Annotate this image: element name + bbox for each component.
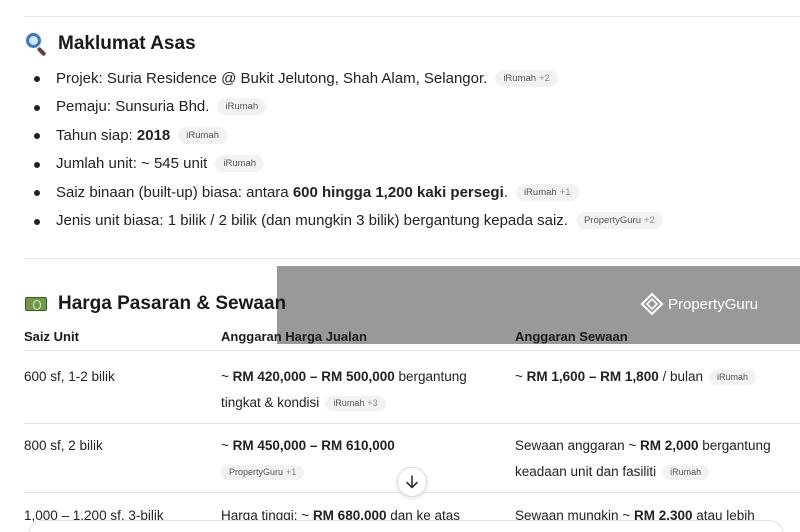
list-item-text: Saiz binaan (built-up) biasa: antara bbox=[56, 183, 293, 201]
source-chip-count: +3 bbox=[367, 397, 378, 408]
list-item-bold: 2018 bbox=[136, 126, 171, 144]
table-header-divider bbox=[24, 350, 800, 351]
source-chip[interactable]: PropertyGuru +1 bbox=[221, 464, 305, 480]
source-chip[interactable]: iRumah bbox=[178, 126, 228, 144]
list-item: Pemaju: Sunsuria Bhd. iRumah bbox=[30, 93, 663, 122]
cell-bold: RM 1,600 – RM 1,800 bbox=[526, 369, 659, 384]
source-chip-label: iRumah bbox=[333, 397, 365, 408]
source-chip[interactable]: iRumah +3 bbox=[325, 395, 386, 411]
cell-text: bergantung bbox=[698, 438, 771, 453]
divider-top bbox=[24, 16, 800, 17]
watermark-text: PropertyGuru bbox=[668, 295, 759, 313]
money-bill-icon bbox=[24, 292, 50, 316]
list-item-tail: . bbox=[503, 183, 508, 201]
info-list: Projek: Suria Residence @ Bukit Jelutong… bbox=[30, 64, 663, 235]
bullet-icon bbox=[34, 218, 40, 225]
source-chip-label: iRumah bbox=[523, 186, 557, 198]
list-item-text: Jenis unit biasa: 1 bilik / 2 bilik (dan… bbox=[56, 212, 568, 230]
table-cell-price: ~ RM 450,000 – RM 610,000 PropertyGuru +1 bbox=[221, 433, 395, 485]
source-chip-label: iRumah bbox=[225, 101, 259, 113]
arrow-down-icon bbox=[406, 475, 418, 489]
table-cell-rent: Sewaan anggaran ~ RM 2,000 bergantung ke… bbox=[515, 433, 771, 485]
propertyguru-logo-icon bbox=[640, 292, 664, 316]
bullet-icon bbox=[34, 133, 40, 139]
cell-text: ~ bbox=[221, 438, 233, 453]
source-chip-count: +1 bbox=[286, 466, 297, 477]
source-chip-label: PropertyGuru bbox=[583, 215, 641, 227]
source-chip[interactable]: iRumah bbox=[709, 369, 757, 385]
bullet-icon bbox=[34, 104, 40, 111]
list-item-bold: 600 hingga 1,200 kaki persegi bbox=[292, 183, 504, 201]
cell-text: Sewaan anggaran ~ bbox=[515, 438, 640, 453]
list-item-text: Pemaju: Sunsuria Bhd. bbox=[56, 98, 210, 116]
section-title-text: Maklumat Asas bbox=[58, 33, 196, 54]
table-header-price: Anggaran Harga Jualan bbox=[221, 329, 367, 344]
list-item: Jenis unit biasa: 1 bilik / 2 bilik (dan… bbox=[30, 207, 663, 236]
cell-bold: RM 2,000 bbox=[639, 438, 699, 453]
list-item-text: Projek: Suria Residence @ Bukit Jelutong… bbox=[56, 69, 488, 87]
section-title-text: Harga Pasaran & Sewaan bbox=[58, 293, 287, 314]
bullet-icon bbox=[34, 190, 40, 196]
list-item-text: Jumlah unit: ~ 545 unit bbox=[56, 155, 208, 173]
source-chip-label: iRumah bbox=[670, 466, 702, 477]
list-item: Tahun siap: 2018 iRumah bbox=[30, 121, 663, 150]
list-item: Saiz binaan (built-up) biasa: antara 600… bbox=[30, 178, 663, 207]
cell-text: bergantung bbox=[394, 369, 467, 384]
source-chip[interactable]: iRumah bbox=[662, 464, 710, 480]
source-chip[interactable]: iRumah bbox=[215, 155, 265, 173]
scroll-down-button[interactable] bbox=[397, 467, 427, 497]
cell-bold: RM 450,000 – RM 610,000 bbox=[232, 438, 395, 453]
propertyguru-watermark: PropertyGuru bbox=[640, 292, 758, 316]
bullet-icon bbox=[34, 76, 40, 82]
cell-text: keadaan unit dan fasiliti bbox=[515, 464, 657, 479]
source-chip[interactable]: iRumah +2 bbox=[495, 69, 558, 87]
cell-text: / bulan bbox=[658, 369, 704, 384]
table-cell-size: 800 sf, 2 bilik bbox=[24, 438, 103, 453]
source-chip-label: iRumah bbox=[186, 129, 220, 141]
cell-text: tingkat & kondisi bbox=[221, 395, 320, 410]
table-header-rent: Anggaran Sewaan bbox=[515, 329, 628, 344]
source-chip-label: iRumah bbox=[717, 371, 749, 382]
section-title-harga-pasaran: Harga Pasaran & Sewaan bbox=[24, 292, 286, 316]
list-item: Jumlah unit: ~ 545 unit iRumah bbox=[30, 150, 663, 179]
source-chip[interactable]: iRumah bbox=[217, 98, 267, 116]
cell-bold: RM 420,000 – RM 500,000 bbox=[232, 369, 395, 384]
table-header-size: Saiz Unit bbox=[24, 329, 79, 344]
magnifying-glass-icon bbox=[24, 32, 50, 57]
table-cell-size: 600 sf, 1-2 bilik bbox=[24, 369, 115, 384]
source-chip-label: iRumah bbox=[503, 72, 537, 84]
source-chip-count: +2 bbox=[539, 72, 550, 84]
message-input-bar[interactable] bbox=[28, 520, 784, 532]
source-chip-label: iRumah bbox=[223, 158, 257, 170]
section-title-maklumat-asas: Maklumat Asas bbox=[24, 32, 196, 57]
bullet-icon bbox=[34, 161, 40, 168]
table-row-divider bbox=[24, 423, 800, 424]
source-chip-label: PropertyGuru bbox=[229, 466, 284, 477]
source-chip[interactable]: iRumah +1 bbox=[515, 183, 579, 201]
source-chip-count: +1 bbox=[559, 186, 571, 198]
divider-middle bbox=[24, 258, 800, 259]
cell-text: ~ bbox=[515, 369, 527, 384]
source-chip-count: +2 bbox=[644, 215, 655, 227]
source-chip[interactable]: PropertyGuru +2 bbox=[575, 212, 663, 230]
list-item-text: Tahun siap: bbox=[56, 126, 137, 144]
cell-text: ~ bbox=[221, 369, 233, 384]
table-cell-rent: ~ RM 1,600 – RM 1,800 / bulan iRumah bbox=[515, 364, 757, 390]
table-cell-price: ~ RM 420,000 – RM 500,000 bergantung tin… bbox=[221, 364, 467, 416]
list-item: Projek: Suria Residence @ Bukit Jelutong… bbox=[30, 64, 663, 93]
